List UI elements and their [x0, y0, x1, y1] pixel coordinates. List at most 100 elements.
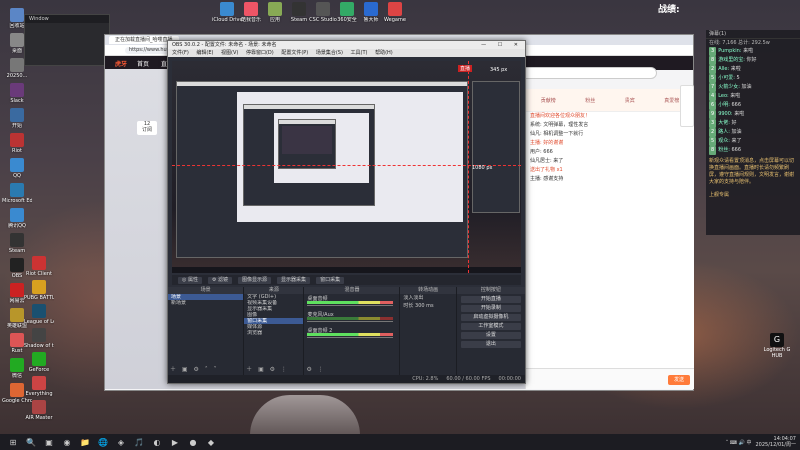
- source-tools[interactable]: ＋ ▣ ⚙ ⋮: [246, 364, 289, 373]
- danmaku-user[interactable]: 粉丝:: [718, 147, 731, 153]
- desktop-icon-label: League of Legends: [24, 319, 54, 325]
- background-window[interactable]: Window: [24, 14, 110, 66]
- exit-button[interactable]: 退出: [460, 341, 522, 348]
- floating-toolbar[interactable]: [680, 85, 694, 127]
- taskbar-app-icon[interactable]: ▶: [168, 436, 182, 448]
- filters-button[interactable]: ⚙ 滤镜: [207, 276, 233, 284]
- desktop-icon[interactable]: QQ: [2, 158, 32, 179]
- site-search-input[interactable]: [515, 67, 657, 79]
- background-window-title: Window: [25, 15, 109, 23]
- desktop-icon-label: Shadow of the Tomb...: [24, 343, 54, 349]
- volume-fader[interactable]: [307, 337, 394, 338]
- taskbar-app-icon[interactable]: ◉: [60, 436, 74, 448]
- taskbar-app-icon[interactable]: ◆: [204, 436, 218, 448]
- level-badge: 2: [709, 65, 717, 74]
- scene-item[interactable]: 新场景: [168, 300, 243, 306]
- app-icon: [268, 2, 282, 16]
- danmaku-text: 666: [731, 147, 742, 153]
- desktop-icon[interactable]: 腾讯QQ: [2, 208, 32, 229]
- desktop-icon[interactable]: Shadow of the Tomb...: [24, 328, 54, 349]
- taskbar-app-icon[interactable]: ◈: [114, 436, 128, 448]
- desktop-icon[interactable]: Microsoft Edge: [2, 183, 32, 204]
- obs-preview[interactable]: 直播 345 px 1080 px: [172, 61, 521, 273]
- volume-fader[interactable]: [307, 321, 394, 322]
- danmaku-user[interactable]: Alle:: [718, 66, 731, 72]
- menu-help[interactable]: 帮助(H): [375, 50, 393, 56]
- stream-chat-panel: 贡献榜 粉丝 贵宾 真爱榜 直播间欢迎各位观众朋友！ 系统: 文明弹幕，理性发言仙…: [525, 89, 694, 389]
- taskbar-app-icon[interactable]: 🎵: [132, 436, 146, 448]
- obs-window[interactable]: OBS 30.0.2 - 配置文件: 未命名 - 场景: 未命名 — ☐ ✕ 文…: [167, 40, 526, 384]
- start-recording-button[interactable]: 开始录制: [460, 305, 522, 312]
- site-logo[interactable]: 虎牙: [115, 59, 127, 68]
- danmaku-user[interactable]: 小明:: [718, 102, 731, 108]
- menu-edit[interactable]: 编辑(E): [196, 50, 213, 56]
- desktop-icon[interactable]: AIR Master: [24, 400, 54, 421]
- window-capture-button[interactable]: 窗口采集: [316, 276, 345, 284]
- level-badge: 8: [709, 146, 717, 155]
- menu-scene-collection[interactable]: 场景集合(S): [316, 50, 343, 56]
- menu-file[interactable]: 文件(F): [172, 50, 189, 56]
- taskbar-app-icon[interactable]: 🔍: [24, 436, 38, 448]
- desktop-icon[interactable]: GeForce: [24, 352, 54, 373]
- subscribe-badge[interactable]: 12 订阅: [137, 121, 157, 135]
- danmaku-user[interactable]: Leo:: [718, 93, 730, 99]
- volume-meter: [307, 317, 394, 320]
- desktop-icon[interactable]: Slack: [2, 83, 32, 104]
- menu-docks[interactable]: 停靠窗口(D): [246, 50, 274, 56]
- danmaku-user[interactable]: 9900:: [718, 111, 734, 117]
- desktop-icon-label: Slack: [10, 98, 24, 104]
- nav-item[interactable]: 首页: [137, 59, 149, 68]
- volume-fader[interactable]: [307, 305, 394, 306]
- danmaku-user[interactable]: 游戏里的宝:: [718, 57, 746, 63]
- desktop-icon[interactable]: Everything: [24, 376, 54, 397]
- chat-tab[interactable]: 粉丝: [585, 97, 595, 104]
- menu-profile[interactable]: 配置文件(P): [281, 50, 308, 56]
- settings-button[interactable]: 设置: [460, 332, 522, 339]
- desktop-icon[interactable]: Riot: [2, 133, 32, 154]
- window-controls[interactable]: — ☐ ✕: [481, 41, 523, 49]
- danmaku-message: 2 Alle: 来啦: [706, 65, 800, 74]
- desktop-icon[interactable]: Steam: [2, 233, 32, 254]
- taskbar-app-icon[interactable]: ▣: [42, 436, 56, 448]
- desktop-icon[interactable]: Wegame: [380, 2, 410, 23]
- chat-tab[interactable]: 贵宾: [625, 97, 635, 104]
- chat-tab[interactable]: 真爱榜: [664, 97, 679, 104]
- desktop-icon[interactable]: Riot Client: [24, 256, 54, 277]
- taskbar-app-icon[interactable]: 🌐: [96, 436, 110, 448]
- level-badge: 2: [709, 128, 717, 137]
- desktop-icon[interactable]: 开始: [2, 108, 32, 129]
- studio-mode-button[interactable]: 工作室模式: [460, 323, 522, 330]
- chat-input[interactable]: 发送: [526, 368, 694, 389]
- display-capture-button[interactable]: 显示器采集: [277, 276, 311, 284]
- virtual-camera-button[interactable]: 启动虚拟摄像机: [460, 314, 522, 321]
- taskbar-app-icon[interactable]: ●: [186, 436, 200, 448]
- source-item[interactable]: 浏览器: [244, 330, 303, 336]
- menu-tools[interactable]: 工具(T): [351, 50, 368, 56]
- taskbar-app-icon[interactable]: 📁: [78, 436, 92, 448]
- mixer-tools[interactable]: ⚙ ⋮: [306, 366, 325, 373]
- danmaku-message: 6 小明: 666: [706, 101, 800, 110]
- menu-view[interactable]: 视图(V): [221, 50, 238, 56]
- danmaku-user[interactable]: 路人:: [718, 129, 731, 135]
- tray-icons[interactable]: ˄ ⌨ 🔊 中: [726, 439, 752, 446]
- danmaku-user[interactable]: Pumpkin:: [718, 48, 743, 54]
- properties-button[interactable]: ◎ 属性: [178, 276, 202, 284]
- desktop-icon[interactable]: League of Legends: [24, 304, 54, 325]
- taskbar-app-icon[interactable]: ◐: [150, 436, 164, 448]
- chat-tab[interactable]: 贡献榜: [541, 97, 556, 104]
- transition-duration[interactable]: 时长 300 ms: [400, 302, 455, 310]
- danmaku-user[interactable]: 小可爱:: [718, 75, 736, 81]
- taskbar-app-icon[interactable]: ⊞: [6, 436, 20, 448]
- desktop-icon[interactable]: PUBG BATTLEGR...: [24, 280, 54, 301]
- app-icon: [292, 2, 306, 16]
- scene-tools[interactable]: ＋ ▣ ⚙ ˄ ˅: [170, 364, 219, 373]
- danmaku-user[interactable]: 观众:: [718, 138, 731, 144]
- send-button[interactable]: 发送: [668, 375, 690, 385]
- logitech-icon[interactable]: G Logitech G HUB: [762, 333, 792, 359]
- danmaku-user[interactable]: 大佬:: [718, 120, 731, 126]
- start-streaming-button[interactable]: 开始直播: [460, 296, 522, 303]
- image-source-button[interactable]: 图像显示源: [238, 276, 272, 284]
- danmaku-user[interactable]: 火箭少女:: [718, 84, 741, 90]
- transition-type[interactable]: 淡入淡出: [400, 294, 455, 302]
- clock[interactable]: 14:04:07 2025/12/01/周一: [755, 436, 796, 448]
